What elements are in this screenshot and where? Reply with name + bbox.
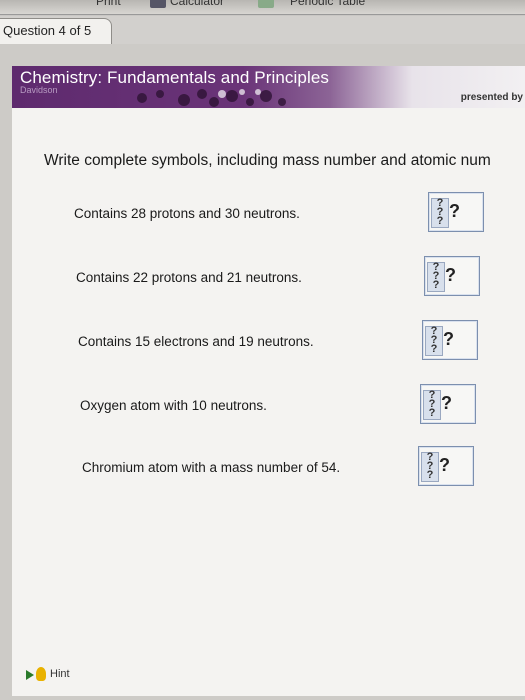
item-4-text: Oxygen atom with 10 neutrons. (80, 398, 267, 413)
isotope-symbol-icon: ??? (431, 198, 449, 228)
expand-arrow-icon (26, 670, 34, 680)
question-tab[interactable]: Question 4 of 5 (0, 18, 112, 44)
isotope-symbol-icon: ??? (423, 390, 441, 420)
item-1-text: Contains 28 protons and 30 neutrons. (74, 206, 300, 221)
calculator-icon (150, 0, 166, 8)
item-3-text: Contains 15 electrons and 19 neutrons. (78, 334, 314, 349)
item-2-text: Contains 22 protons and 21 neutrons. (76, 270, 302, 285)
course-author: Davidson (20, 85, 58, 95)
course-title: Chemistry: Fundamentals and Principles (20, 68, 329, 87)
isotope-symbol-icon: ??? (425, 326, 443, 356)
periodic-table-icon (258, 0, 274, 8)
course-banner: Chemistry: Fundamentals and Principles D… (12, 66, 525, 108)
lightbulb-icon (36, 667, 46, 681)
calculator-button[interactable]: Calculator (170, 0, 224, 8)
question-instruction: Write complete symbols, including mass n… (44, 152, 491, 169)
item-1-placeholder: ? (449, 201, 460, 221)
top-toolbar: Print Calculator Periodic Table (0, 0, 525, 15)
item-5-answer-box[interactable]: ??? ? (418, 446, 474, 486)
question-bar: Question 4 of 5 (0, 16, 525, 44)
item-5-text: Chromium atom with a mass number of 54. (82, 460, 341, 475)
item-3-placeholder: ? (443, 329, 454, 349)
presented-by-label: presented by (460, 92, 523, 103)
question-content: Chemistry: Fundamentals and Principles D… (12, 66, 525, 696)
item-1-answer-box[interactable]: ??? ? (428, 192, 484, 232)
item-4-placeholder: ? (441, 393, 452, 413)
question-tab-label: Question 4 of 5 (3, 23, 92, 38)
hint-link[interactable]: Hint (12, 666, 525, 686)
hint-label: Hint (50, 668, 70, 680)
item-4-answer-box[interactable]: ??? ? (420, 384, 476, 424)
isotope-symbol-icon: ??? (427, 262, 445, 292)
item-5-placeholder: ? (439, 455, 450, 475)
question-panel: Chemistry: Fundamentals and Principles D… (0, 44, 525, 700)
isotope-symbol-icon: ??? (421, 452, 439, 482)
item-3-answer-box[interactable]: ??? ? (422, 320, 478, 360)
periodic-table-button[interactable]: Periodic Table (290, 0, 365, 8)
print-button[interactable]: Print (96, 0, 121, 8)
item-2-placeholder: ? (445, 265, 456, 285)
item-2-answer-box[interactable]: ??? ? (424, 256, 480, 296)
